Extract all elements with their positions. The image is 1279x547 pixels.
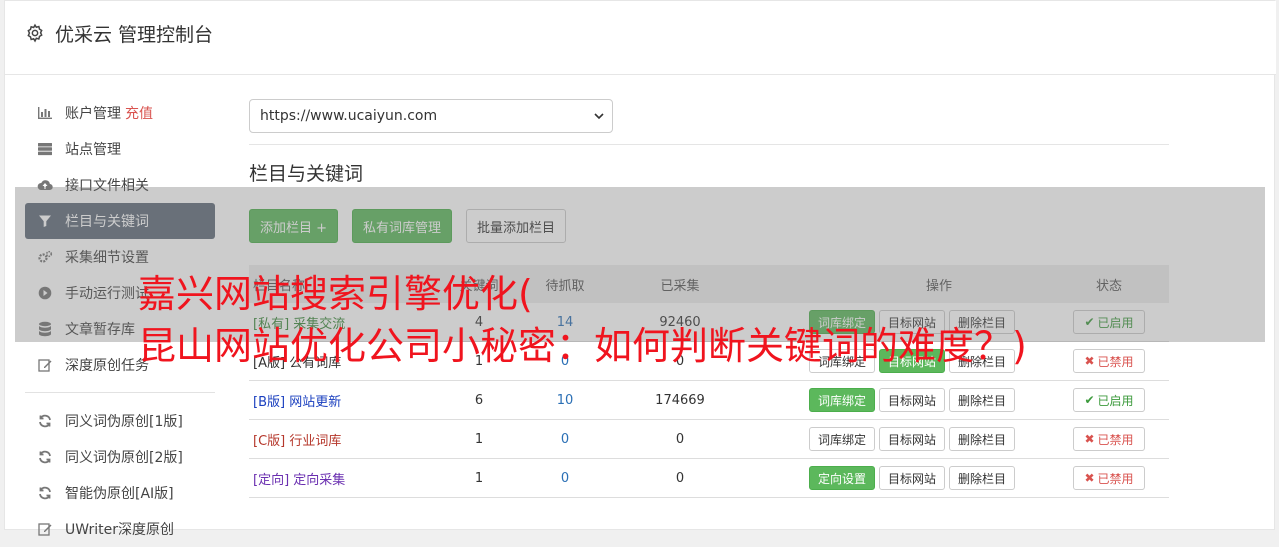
keyword-count: 6 bbox=[474, 392, 484, 408]
edit-icon bbox=[37, 521, 53, 537]
sidebar-item-label: 账户管理 bbox=[65, 106, 121, 122]
gear-icon bbox=[27, 23, 43, 43]
sidebar-item-ai-rewrite[interactable]: 智能伪原创[AI版] bbox=[25, 475, 215, 511]
target-site-button[interactable]: 目标网站 bbox=[879, 466, 946, 490]
sidebar-divider bbox=[25, 392, 215, 393]
bind-library-button[interactable]: 词库绑定 bbox=[809, 388, 876, 412]
table-row: [B版] 网站更新 6 10 174669 词库绑定 目标网站 删除栏目 ✔ 已启… bbox=[249, 381, 1169, 420]
column-name-cell[interactable]: [C版] 行业词库 bbox=[249, 430, 439, 449]
target-site-button[interactable]: 目标网站 bbox=[879, 427, 946, 451]
targeted-settings-button[interactable]: 定向设置 bbox=[809, 466, 876, 490]
row-actions: 词库绑定 目标网站 删除栏目 bbox=[749, 388, 1049, 412]
target-site-button[interactable]: 目标网站 bbox=[879, 388, 946, 412]
close-icon: ✖ bbox=[1084, 471, 1095, 485]
sidebar-item-label: 深度原创任务 bbox=[65, 358, 149, 374]
delete-column-button[interactable]: 删除栏目 bbox=[949, 466, 1016, 490]
column-tag: [C版] bbox=[253, 433, 286, 449]
table-row: [定向] 定向采集 1 0 0 定向设置 目标网站 删除栏目 ✖ 已禁用 bbox=[249, 459, 1169, 498]
status-toggle[interactable]: ✖ 已禁用 bbox=[1073, 427, 1145, 451]
status-label: 已禁用 bbox=[1097, 432, 1134, 447]
status-toggle[interactable]: ✖ 已禁用 bbox=[1073, 466, 1145, 490]
keyword-count: 1 bbox=[474, 431, 484, 447]
sidebar-item-account[interactable]: 账户管理 充值 bbox=[25, 95, 215, 131]
sidebar-item-label: 同义词伪原创[1版] bbox=[65, 414, 183, 430]
recharge-link[interactable]: 充值 bbox=[125, 103, 153, 123]
bar-chart-icon bbox=[37, 105, 53, 121]
edit-icon bbox=[37, 357, 53, 373]
sidebar-item-uwriter[interactable]: UWriter深度原创 bbox=[25, 511, 215, 547]
refresh-icon bbox=[37, 413, 53, 429]
page-title: 优采云 管理控制台 bbox=[55, 24, 214, 46]
pending-count[interactable]: 10 bbox=[519, 393, 611, 408]
column-name-cell[interactable]: [定向] 定向采集 bbox=[249, 469, 439, 488]
site-select-value: https://www.ucaiyun.com bbox=[260, 108, 438, 124]
top-bar: 优采云 管理控制台 bbox=[5, 1, 1276, 75]
sidebar-item-label: 站点管理 bbox=[65, 142, 121, 158]
sidebar-item-synonym-v1[interactable]: 同义词伪原创[1版] bbox=[25, 403, 215, 439]
sidebar-item-sites[interactable]: 站点管理 bbox=[25, 131, 215, 167]
headline-line-1: 嘉兴网站搜索引擎优化( bbox=[138, 272, 533, 316]
column-name: 网站更新 bbox=[289, 394, 342, 410]
sidebar-item-label: 同义词伪原创[2版] bbox=[65, 450, 183, 466]
section-title: 栏目与关键词 bbox=[249, 163, 364, 185]
column-name: 行业词库 bbox=[289, 433, 342, 449]
delete-column-button[interactable]: 删除栏目 bbox=[949, 388, 1016, 412]
collected-count: 0 bbox=[675, 470, 685, 486]
status-toggle[interactable]: ✔ 已启用 bbox=[1073, 388, 1145, 412]
collected-count: 0 bbox=[675, 431, 685, 447]
status-label: 已禁用 bbox=[1097, 471, 1134, 486]
collected-count: 174669 bbox=[655, 392, 705, 408]
row-actions: 词库绑定 目标网站 删除栏目 bbox=[749, 427, 1049, 451]
refresh-icon bbox=[37, 485, 53, 501]
sidebar-item-synonym-v2[interactable]: 同义词伪原创[2版] bbox=[25, 439, 215, 475]
pending-count[interactable]: 0 bbox=[519, 471, 611, 486]
section-divider bbox=[249, 144, 1169, 145]
sidebar-item-label: 智能伪原创[AI版] bbox=[65, 486, 174, 502]
status-label: 已启用 bbox=[1097, 393, 1134, 408]
keyword-count: 1 bbox=[474, 470, 484, 486]
table-row: [C版] 行业词库 1 0 0 词库绑定 目标网站 删除栏目 ✖ 已禁用 bbox=[249, 420, 1169, 459]
refresh-icon bbox=[37, 449, 53, 465]
column-tag: [B版] bbox=[253, 394, 286, 410]
status-toggle[interactable]: ✖ 已禁用 bbox=[1073, 349, 1145, 373]
column-name-cell[interactable]: [B版] 网站更新 bbox=[249, 391, 439, 410]
overlay-headline: 嘉兴网站搜索引擎优化( 昆山网站优化公司小秘密：如何判断关键词的难度？) bbox=[138, 268, 1027, 372]
column-name: 定向采集 bbox=[293, 472, 346, 488]
close-icon: ✖ bbox=[1084, 432, 1095, 446]
site-select[interactable]: https://www.ucaiyun.com bbox=[249, 99, 613, 133]
close-icon: ✖ bbox=[1084, 354, 1095, 368]
chevron-down-icon bbox=[594, 113, 604, 120]
delete-column-button[interactable]: 删除栏目 bbox=[949, 427, 1016, 451]
column-tag: [定向] bbox=[253, 472, 290, 488]
status-label: 已禁用 bbox=[1097, 354, 1134, 369]
check-icon: ✔ bbox=[1084, 393, 1095, 407]
row-actions: 定向设置 目标网站 删除栏目 bbox=[749, 466, 1049, 490]
sidebar-item-label: UWriter深度原创 bbox=[65, 522, 174, 538]
pending-count[interactable]: 0 bbox=[519, 432, 611, 447]
headline-line-2: 昆山网站优化公司小秘密：如何判断关键词的难度？) bbox=[138, 324, 1027, 368]
server-icon bbox=[37, 141, 53, 157]
bind-library-button[interactable]: 词库绑定 bbox=[809, 427, 876, 451]
